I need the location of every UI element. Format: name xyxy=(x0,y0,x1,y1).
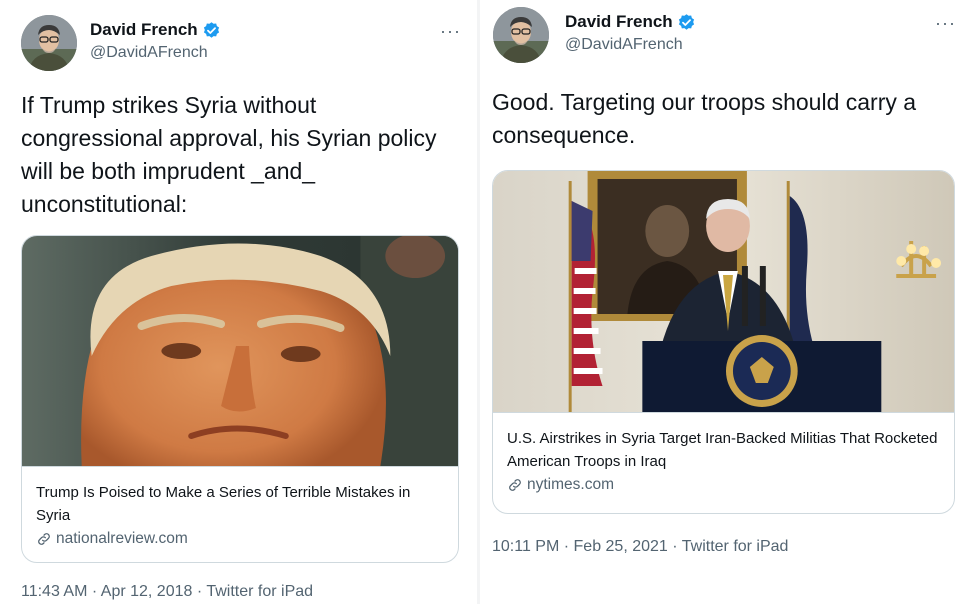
tweet-text: Good. Targeting our troops should carry … xyxy=(492,89,917,148)
tweet-client[interactable]: Twitter for iPad xyxy=(206,583,313,600)
author-name[interactable]: David French xyxy=(565,12,673,32)
tweet-right[interactable]: David French @DavidAFrench ··· Good. Tar… xyxy=(480,0,960,604)
link-card[interactable]: Trump Is Poised to Make a Series of Terr… xyxy=(21,235,459,563)
link-card[interactable]: U.S. Airstrikes in Syria Target Iran-Bac… xyxy=(492,170,955,514)
card-domain: nationalreview.com xyxy=(56,530,188,547)
verified-badge-icon xyxy=(202,21,221,40)
tweet-time[interactable]: 11:43 AM xyxy=(21,583,87,600)
tweet-meta: 11:43 AM · Apr 12, 2018 · Twitter for iP… xyxy=(21,583,313,601)
card-domain: nytimes.com xyxy=(527,476,614,493)
meta-separator: · xyxy=(667,538,682,555)
more-options-icon[interactable]: ··· xyxy=(935,14,956,32)
verified-badge-icon xyxy=(677,13,696,32)
card-title: U.S. Airstrikes in Syria Target Iran-Bac… xyxy=(507,430,938,470)
author-handle[interactable]: @DavidAFrench xyxy=(565,36,683,54)
tweet-left[interactable]: David French @DavidAFrench ··· If Trump … xyxy=(0,0,477,604)
tweet-client[interactable]: Twitter for iPad xyxy=(682,538,789,555)
card-title: Trump Is Poised to Make a Series of Terr… xyxy=(36,484,411,524)
tweet-text: If Trump strikes Syria without congressi… xyxy=(21,92,437,217)
tweet-time[interactable]: 10:11 PM xyxy=(492,538,559,555)
link-icon xyxy=(36,531,52,547)
meta-separator: · xyxy=(87,583,101,600)
meta-separator: · xyxy=(192,583,207,600)
more-options-icon[interactable]: ··· xyxy=(440,22,461,40)
author-name[interactable]: David French xyxy=(90,20,198,40)
avatar[interactable] xyxy=(493,7,549,63)
meta-separator: · xyxy=(559,538,574,555)
link-icon xyxy=(507,477,523,493)
author-handle[interactable]: @DavidAFrench xyxy=(90,44,208,62)
avatar[interactable] xyxy=(21,15,77,71)
tweet-date[interactable]: Feb 25, 2021 xyxy=(574,538,668,555)
tweet-meta: 10:11 PM · Feb 25, 2021 · Twitter for iP… xyxy=(492,538,788,556)
tweet-date[interactable]: Apr 12, 2018 xyxy=(101,583,193,600)
card-image xyxy=(493,171,954,412)
card-image xyxy=(22,236,458,466)
